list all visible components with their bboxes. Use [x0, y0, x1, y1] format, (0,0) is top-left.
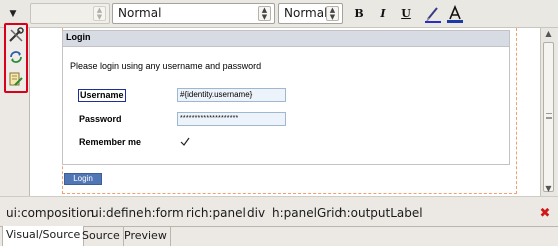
- username-label[interactable]: Username: [78, 89, 126, 102]
- scrollbar-grip-icon: [546, 113, 552, 119]
- panel-title: Login: [66, 32, 91, 42]
- bold-button[interactable]: B: [350, 5, 368, 23]
- text-color-icon[interactable]: [446, 5, 464, 23]
- breadcrumb-item[interactable]: h:panelGrid: [272, 206, 342, 220]
- scrollbar-thumb[interactable]: [543, 42, 554, 192]
- refresh-arrows-icon[interactable]: [8, 49, 24, 65]
- scroll-down-arrow-icon[interactable]: ▼: [543, 183, 554, 195]
- breadcrumb-item[interactable]: h:outputLabel: [339, 206, 423, 220]
- breadcrumb-item[interactable]: ui:define: [91, 206, 144, 220]
- italic-button[interactable]: I: [374, 5, 392, 23]
- tab-preview[interactable]: Preview: [121, 227, 171, 246]
- breadcrumb-item[interactable]: rich:panel: [186, 206, 246, 220]
- scroll-up-arrow-icon[interactable]: ▲: [543, 28, 554, 40]
- format-toolbar: ▼ ▲ ▼ Normal ▲ ▼ Normal ▲ ▼ B I U: [0, 0, 558, 28]
- close-icon[interactable]: ✖: [539, 207, 551, 220]
- toolbar-menu-arrow-icon[interactable]: ▼: [4, 7, 22, 21]
- tools-icon[interactable]: [8, 27, 24, 43]
- panel-header: Login: [63, 31, 509, 47]
- visual-editor-window: ▼ ▲ ▼ Normal ▲ ▼ Normal ▲ ▼ B I U Login …: [0, 0, 558, 246]
- tab-source[interactable]: Source: [79, 227, 124, 246]
- paragraph-style-spin-icon[interactable]: ▲ ▼: [258, 6, 271, 21]
- font-size-combo[interactable]: Normal ▲ ▼: [278, 3, 343, 24]
- password-label: Password: [79, 114, 122, 124]
- highlight-pen-icon[interactable]: [424, 5, 442, 23]
- font-size-spin-icon[interactable]: ▲ ▼: [326, 6, 339, 21]
- username-field[interactable]: #{identity.username}: [177, 88, 286, 102]
- font-size-value: Normal: [284, 6, 328, 20]
- tool-palette: [4, 23, 28, 93]
- checkmark-icon: [180, 137, 190, 146]
- login-instructions: Please login using any username and pass…: [70, 61, 262, 71]
- editor-vertical-scrollbar[interactable]: ▲ ▼: [540, 28, 556, 196]
- login-button[interactable]: Login: [64, 173, 102, 185]
- tag-breadcrumb: ui:composition ui:define h:form rich:pan…: [0, 196, 558, 226]
- underline-button[interactable]: U: [397, 5, 415, 23]
- editor-tabs: Visual/Source Source Preview: [0, 226, 558, 246]
- breadcrumb-item[interactable]: h:form: [144, 206, 184, 220]
- remember-me-label: Remember me: [79, 137, 142, 147]
- password-field[interactable]: ********************: [177, 112, 286, 126]
- remember-me-checkbox[interactable]: [180, 137, 190, 147]
- paragraph-style-value: Normal: [118, 6, 162, 20]
- edit-page-icon[interactable]: [8, 71, 24, 87]
- breadcrumb-item[interactable]: div: [247, 206, 265, 220]
- font-family-combo[interactable]: ▲ ▼: [30, 3, 110, 24]
- paragraph-style-combo[interactable]: Normal ▲ ▼: [112, 3, 275, 24]
- font-family-spin-icon[interactable]: ▲ ▼: [93, 6, 106, 21]
- tab-visual-source[interactable]: Visual/Source: [2, 226, 85, 246]
- breadcrumb-item[interactable]: ui:composition: [6, 206, 94, 220]
